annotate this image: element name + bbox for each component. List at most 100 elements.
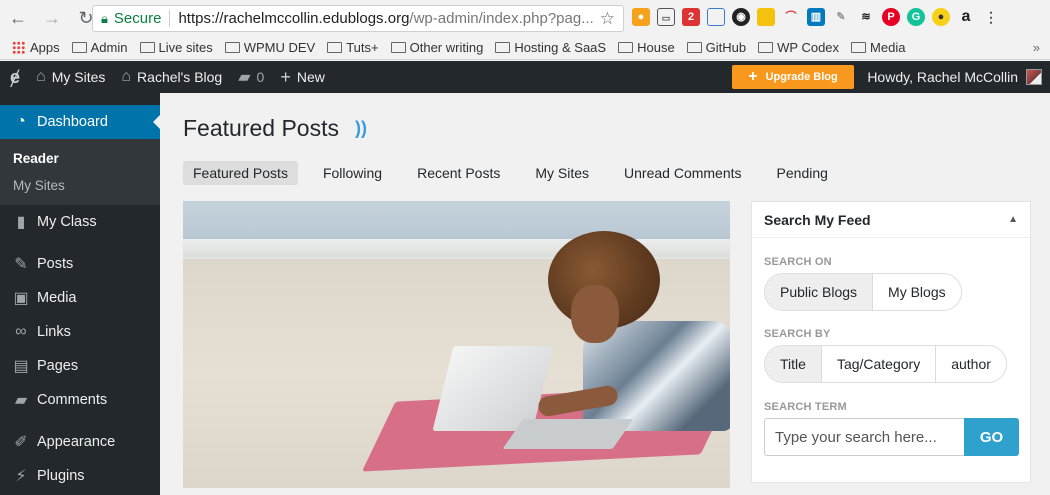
- plus-icon: +: [280, 66, 291, 87]
- submenu-item-reader[interactable]: Reader: [13, 145, 160, 172]
- search-input[interactable]: [764, 418, 964, 456]
- tab-pending[interactable]: Pending: [767, 161, 838, 185]
- reader-tabs: Featured Posts Following Recent Posts My…: [183, 161, 853, 185]
- back-icon[interactable]: ←: [6, 6, 30, 30]
- secure-label: Secure: [114, 10, 171, 27]
- bookmark-folder[interactable]: Live sites: [139, 40, 213, 55]
- trello-icon[interactable]: ▥: [807, 8, 825, 26]
- edublogs-logo-icon[interactable]: ɇ: [0, 61, 28, 93]
- option-tag-category[interactable]: Tag/Category: [821, 346, 937, 382]
- extension-icon[interactable]: ✎: [832, 8, 850, 26]
- extension-icon[interactable]: ◉: [732, 8, 750, 26]
- option-public-blogs[interactable]: Public Blogs: [765, 274, 874, 310]
- my-sites-label: My Sites: [51, 69, 106, 85]
- grammarly-icon[interactable]: G: [907, 8, 925, 26]
- page-title-text: Featured Posts: [183, 115, 339, 141]
- my-sites-menu[interactable]: ⌂ My Sites: [28, 61, 113, 93]
- widget-header[interactable]: Search My Feed: [752, 202, 1030, 238]
- upgrade-blog-button[interactable]: + Upgrade Blog: [732, 65, 854, 89]
- option-title[interactable]: Title: [765, 346, 822, 382]
- tab-following[interactable]: Following: [313, 161, 392, 185]
- wp-admin-bar: ɇ ⌂ My Sites ⌂ Rachel's Blog ▰ 0 + New + Upgr…: [0, 61, 1050, 93]
- sidebar-item-dashboard[interactable]: ◔ Dashboard: [0, 105, 160, 139]
- bookmark-folder[interactable]: Tuts+: [327, 40, 379, 55]
- option-my-blogs[interactable]: My Blogs: [873, 274, 961, 310]
- comments-menu[interactable]: ▰ 0: [230, 61, 272, 93]
- bookmark-folder[interactable]: Other writing: [390, 40, 483, 55]
- bookmark-label: Hosting & SaaS: [514, 40, 607, 55]
- dashboard-icon: ◔: [16, 113, 26, 130]
- tab-featured-posts[interactable]: Featured Posts: [183, 161, 298, 185]
- go-button[interactable]: GO: [964, 418, 1019, 456]
- search-by-toggle: Title Tag/Category author: [764, 345, 1007, 383]
- bookmark-folder[interactable]: GitHub: [686, 40, 747, 55]
- blog-name-menu[interactable]: ⌂ Rachel's Blog: [113, 61, 230, 93]
- featured-post-image[interactable]: [183, 201, 730, 488]
- extension-icon[interactable]: [757, 8, 775, 26]
- cast-icon[interactable]: ▭: [657, 8, 675, 26]
- bookmark-folder[interactable]: House: [618, 40, 675, 55]
- sidebar-item-my-class[interactable]: ▮ My Class: [0, 205, 160, 239]
- link-icon: ∞: [15, 323, 27, 340]
- buffer-icon[interactable]: ≋: [857, 8, 875, 26]
- sidebar-item-plugins[interactable]: ⚡︎ Plugins: [0, 459, 160, 493]
- sidebar-item-links[interactable]: ∞ Links: [0, 315, 160, 349]
- url-path: /wp-admin/index.php?pag...: [409, 10, 594, 27]
- search-row: GO: [764, 418, 1019, 456]
- bookmark-label: Tuts+: [346, 40, 379, 55]
- tab-recent-posts[interactable]: Recent Posts: [407, 161, 510, 185]
- tab-my-sites[interactable]: My Sites: [525, 161, 599, 185]
- forward-icon[interactable]: →: [40, 6, 64, 30]
- blog-name-label: Rachel's Blog: [137, 69, 223, 85]
- bookmark-star-icon[interactable]: ☆: [600, 9, 615, 29]
- sidebar-item-label: Plugins: [37, 468, 85, 484]
- collapse-arrow-icon[interactable]: ▲: [1008, 214, 1018, 225]
- tab-unread-comments[interactable]: Unread Comments: [614, 161, 752, 185]
- bookmark-label: House: [637, 40, 675, 55]
- amazon-icon[interactable]: a: [957, 8, 975, 26]
- url-text[interactable]: https://rachelmccollin.edublogs.org/wp-a…: [178, 10, 593, 27]
- sidebar-item-pages[interactable]: ▤ Pages: [0, 349, 160, 383]
- folder-icon: [139, 42, 155, 53]
- extension-badge-icon[interactable]: 2: [682, 8, 700, 26]
- submenu-item-my-sites[interactable]: My Sites: [13, 172, 160, 199]
- address-bar[interactable]: 🔒︎ Secure https://rachelmccollin.edublog…: [92, 5, 624, 32]
- bookmark-folder[interactable]: Hosting & SaaS: [495, 40, 606, 55]
- bookmark-apps[interactable]: Apps: [12, 40, 60, 55]
- bookmark-label: Live sites: [158, 40, 213, 55]
- my-sites-icon: ⌂: [36, 68, 46, 85]
- menu-icon[interactable]: ⋮: [982, 8, 1000, 26]
- sidebar-item-posts[interactable]: ✎ Posts: [0, 247, 160, 281]
- account-menu[interactable]: Howdy, Rachel McCollin: [867, 61, 1042, 93]
- bookmark-folder[interactable]: WP Codex: [758, 40, 839, 55]
- main-content: Featured Posts )) Featured Posts Followi…: [160, 93, 1050, 495]
- pinterest-icon[interactable]: P: [882, 8, 900, 26]
- new-label: New: [296, 69, 325, 85]
- bookmark-folder[interactable]: Admin: [71, 40, 128, 55]
- sidebar-item-label: Pages: [37, 358, 79, 374]
- sidebar-item-label: Posts: [37, 256, 74, 272]
- option-author[interactable]: author: [936, 346, 1006, 382]
- screenshot-icon[interactable]: [707, 8, 725, 26]
- extension-icon[interactable]: ●: [932, 8, 950, 26]
- widget-title: Search My Feed: [764, 211, 871, 228]
- folder-icon: [851, 42, 867, 53]
- folder-icon: [686, 42, 702, 53]
- bookmark-folder[interactable]: WPMU DEV: [224, 40, 315, 55]
- comments-icon: ▰: [14, 392, 28, 409]
- bookmark-label: Media: [870, 40, 906, 55]
- sidebar-item-appearance[interactable]: ✐ Appearance: [0, 425, 160, 459]
- sidebar-item-label: Comments: [37, 392, 108, 408]
- sidebar-item-comments[interactable]: ▰ Comments: [0, 383, 160, 417]
- bookmark-folder[interactable]: Media: [851, 40, 905, 55]
- more-bookmarks-icon[interactable]: »: [1033, 40, 1040, 55]
- extension-icon[interactable]: ⌒: [782, 8, 800, 26]
- new-content-menu[interactable]: + New: [272, 61, 333, 93]
- extension-icon[interactable]: ●: [632, 8, 650, 26]
- image-person-face: [571, 285, 619, 343]
- lock-icon: 🔒︎: [101, 10, 108, 26]
- rss-icon[interactable]: )): [355, 118, 367, 139]
- bookmark-label: GitHub: [705, 40, 747, 55]
- sidebar-item-media[interactable]: ▣ Media: [0, 281, 160, 315]
- browser-toolbar: ← → ↻ 🔒︎ Secure https://rachelmccollin.e…: [0, 0, 1050, 36]
